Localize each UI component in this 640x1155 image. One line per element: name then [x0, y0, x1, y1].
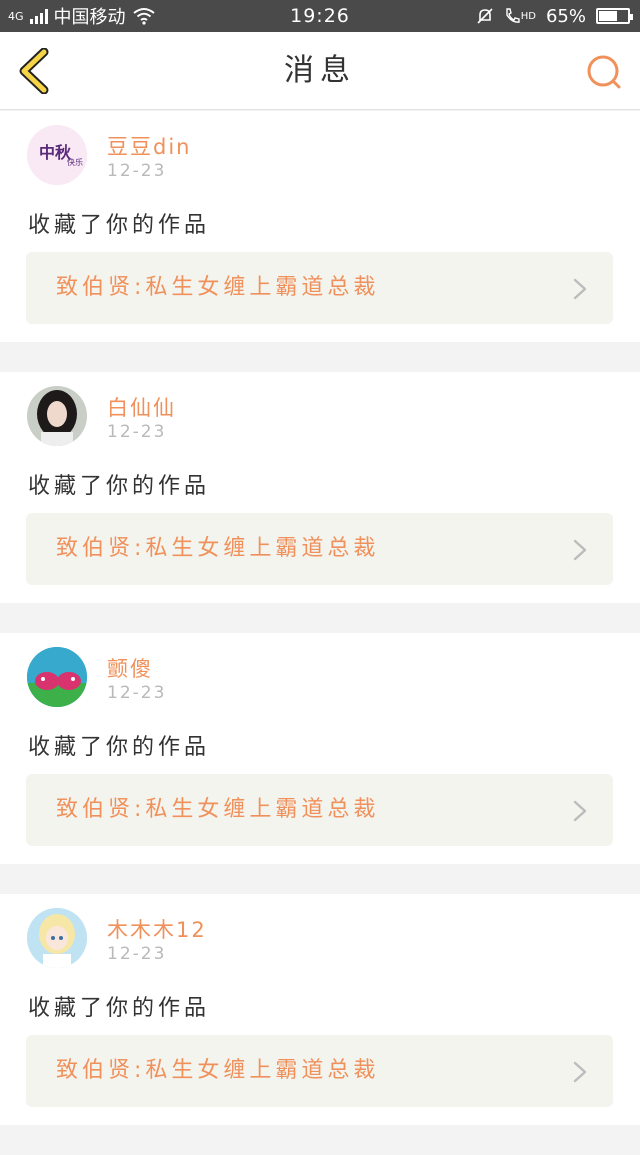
chevron-right-icon	[573, 278, 587, 300]
work-title: 致伯贤:私生女缠上霸道总裁	[56, 1058, 380, 1083]
chevron-right-icon	[573, 800, 587, 822]
chevron-right-icon	[573, 539, 587, 561]
silent-bell-icon	[477, 8, 493, 24]
message-card: 白仙仙 12-23 收藏了你的作品 致伯贤:私生女缠上霸道总裁	[0, 372, 640, 603]
cartoon-fish-avatar-icon	[27, 647, 87, 707]
username[interactable]: 白仙仙	[107, 392, 176, 422]
message-time: 12-23	[107, 422, 167, 442]
work-title: 致伯贤:私生女缠上霸道总裁	[56, 797, 380, 822]
status-bar: 4G 中国移动 19:26 HD 65%	[0, 0, 640, 32]
avatar[interactable]	[27, 386, 87, 446]
mid-autumn-avatar-icon: 中秋 快乐	[27, 125, 87, 185]
work-link[interactable]: 致伯贤:私生女缠上霸道总裁	[26, 774, 613, 846]
action-text: 收藏了你的作品	[28, 474, 211, 499]
work-link[interactable]: 致伯贤:私生女缠上霸道总裁	[26, 252, 613, 324]
battery-icon	[596, 8, 633, 24]
hd-label: HD	[520, 10, 536, 22]
chevron-right-icon	[573, 1061, 587, 1083]
message-time: 12-23	[107, 944, 167, 964]
page-title: 消息	[284, 53, 356, 88]
username[interactable]: 木木木12	[107, 914, 207, 944]
hd-call-icon: HD	[504, 7, 536, 25]
battery-level	[599, 11, 617, 21]
avatar[interactable]	[27, 908, 87, 968]
action-text: 收藏了你的作品	[28, 735, 211, 760]
avatar[interactable]: 中秋 快乐	[27, 125, 87, 185]
header: 消息	[0, 32, 640, 110]
avatar[interactable]	[27, 647, 87, 707]
status-right: HD 65%	[476, 0, 633, 32]
action-text: 收藏了你的作品	[28, 996, 211, 1021]
search-button[interactable]	[584, 52, 624, 92]
message-time: 12-23	[107, 161, 167, 181]
work-title: 致伯贤:私生女缠上霸道总裁	[56, 536, 380, 561]
anime-girl-avatar-icon	[27, 908, 87, 968]
message-list: 中秋 快乐 豆豆din 12-23 收藏了你的作品 致伯贤:私生女缠上霸道总裁 …	[0, 111, 640, 1155]
message-card: 颤傻 12-23 收藏了你的作品 致伯贤:私生女缠上霸道总裁	[0, 633, 640, 864]
action-text: 收藏了你的作品	[28, 213, 211, 238]
svg-text:快乐: 快乐	[67, 157, 83, 167]
work-link[interactable]: 致伯贤:私生女缠上霸道总裁	[26, 1035, 613, 1107]
message-card: 木木木12 12-23 收藏了你的作品 致伯贤:私生女缠上霸道总裁	[0, 894, 640, 1125]
work-title: 致伯贤:私生女缠上霸道总裁	[56, 275, 380, 300]
message-card: 中秋 快乐 豆豆din 12-23 收藏了你的作品 致伯贤:私生女缠上霸道总裁	[0, 111, 640, 342]
username[interactable]: 颤傻	[107, 653, 153, 683]
girl-photo-avatar-icon	[27, 386, 87, 446]
work-link[interactable]: 致伯贤:私生女缠上霸道总裁	[26, 513, 613, 585]
battery-percent: 65%	[545, 5, 586, 27]
search-icon	[587, 55, 621, 89]
message-time: 12-23	[107, 683, 167, 703]
username[interactable]: 豆豆din	[107, 131, 191, 161]
